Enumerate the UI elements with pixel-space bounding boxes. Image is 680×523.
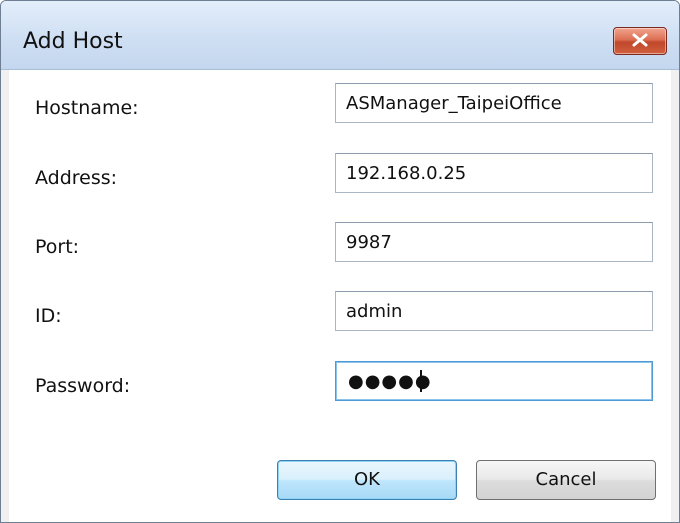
address-label: Address: xyxy=(35,167,118,189)
dialog-body: Hostname: Address: Port: ID: Password: ●… xyxy=(9,70,671,522)
port-label: Port: xyxy=(35,236,80,258)
password-mask: ●●●●● xyxy=(348,371,432,392)
window-title: Add Host xyxy=(23,29,123,54)
address-row: Address: xyxy=(9,153,671,203)
address-input[interactable] xyxy=(335,153,653,193)
id-row: ID: xyxy=(9,291,671,341)
title-bar[interactable]: Add Host xyxy=(1,1,679,70)
id-input[interactable] xyxy=(335,291,653,331)
password-label: Password: xyxy=(35,375,131,397)
cancel-button[interactable]: Cancel xyxy=(476,460,656,500)
password-input[interactable]: ●●●●● xyxy=(335,361,653,401)
add-host-dialog: Add Host Hostname: Address: Port: ID: Pa… xyxy=(0,0,680,523)
text-caret xyxy=(420,370,422,392)
hostname-row: Hostname: xyxy=(9,83,671,133)
hostname-input[interactable] xyxy=(335,83,653,123)
hostname-label: Hostname: xyxy=(35,97,139,119)
password-row: Password: ●●●●● xyxy=(9,361,671,411)
close-icon xyxy=(632,33,648,47)
id-label: ID: xyxy=(35,305,62,327)
ok-button[interactable]: OK xyxy=(277,460,457,500)
close-button[interactable] xyxy=(613,27,667,55)
port-row: Port: xyxy=(9,222,671,272)
port-input[interactable] xyxy=(335,222,653,262)
